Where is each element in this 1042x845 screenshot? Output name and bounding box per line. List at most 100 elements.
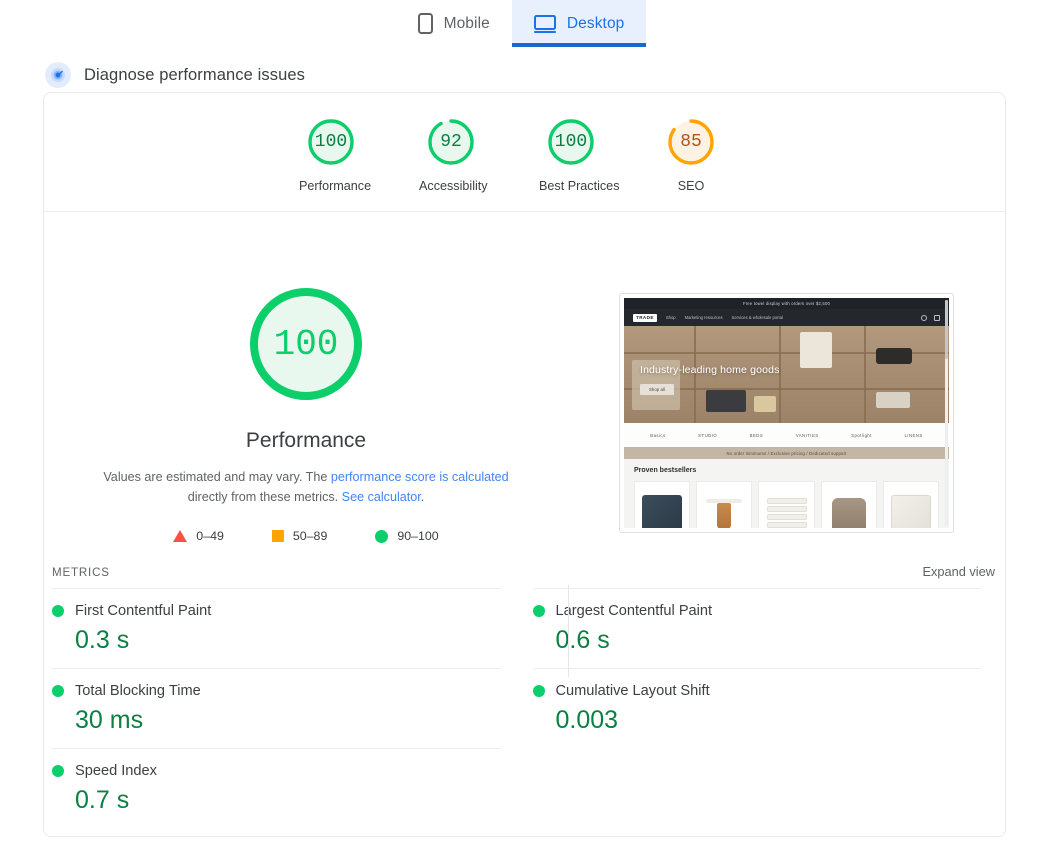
site-category-5: LINENS bbox=[904, 432, 923, 438]
status-dot-good-icon bbox=[52, 685, 64, 697]
site-category-4: Spotlight bbox=[851, 432, 872, 438]
status-dot-good-icon bbox=[532, 685, 545, 697]
final-screenshot[interactable]: Free towel display with orders over $2,5… bbox=[619, 293, 954, 533]
metric-label: Cumulative Layout Shift bbox=[555, 683, 710, 699]
performance-score-value: 100 bbox=[273, 323, 339, 365]
performance-score-label: Performance bbox=[245, 429, 367, 452]
category-score-seo[interactable]: 85 SEO bbox=[659, 115, 723, 193]
site-product-card: Casa Side Table $249.00 USD bbox=[696, 481, 753, 528]
site-product-card: Women's Classic Crew $90.00 USD bbox=[820, 481, 877, 528]
gauge-label-best-practices: Best Practices bbox=[539, 179, 620, 193]
product-image bbox=[763, 486, 809, 528]
search-icon bbox=[921, 314, 927, 321]
legend-label-poor: 0–49 bbox=[196, 529, 224, 544]
product-image bbox=[701, 486, 747, 528]
metric-row[interactable]: Total Blocking Time 30 ms bbox=[52, 668, 501, 748]
hero-section: 100 Performance Values are estimated and… bbox=[44, 212, 1005, 677]
circle-icon bbox=[375, 529, 389, 543]
status-dot-good-icon bbox=[532, 605, 545, 617]
legend-item-poor: 0–49 bbox=[173, 529, 224, 543]
tab-desktop[interactable]: Desktop bbox=[511, 0, 647, 47]
site-product-card: Brushed Cotton Sham $60.00 USD bbox=[634, 481, 691, 528]
metrics-title: METRICS bbox=[52, 566, 110, 579]
site-bestsellers-section: Proven bestsellers Brushed Cotton Sham $… bbox=[624, 459, 949, 528]
metric-row[interactable]: Cumulative Layout Shift 0.003 bbox=[532, 668, 981, 748]
site-nav-icons bbox=[921, 314, 940, 321]
gauge-value-accessibility: 92 bbox=[440, 132, 462, 152]
site-bestsellers-title: Proven bestsellers bbox=[634, 467, 697, 474]
site-hero-banner: Industry-leading home goods Shop all bbox=[624, 326, 949, 423]
site-nav-link-1: Marketing resources bbox=[684, 315, 723, 320]
metric-row[interactable]: Largest Contentful Paint 0.6 s bbox=[532, 588, 981, 668]
active-tab-indicator bbox=[511, 43, 647, 47]
metrics-header: METRICS Expand view bbox=[44, 564, 1005, 579]
device-tabs: Mobile Desktop bbox=[0, 0, 1042, 47]
hero-divider bbox=[568, 585, 569, 677]
diagnose-label: Diagnose performance issues bbox=[84, 65, 305, 84]
site-hero-title: Industry-leading home goods bbox=[640, 364, 780, 376]
metric-label: Speed Index bbox=[75, 763, 157, 779]
site-product-card: Turkish Bath Bundle $430.00 USD bbox=[758, 481, 815, 528]
final-screenshot-panel: Free towel display with orders over $2,5… bbox=[568, 284, 1005, 560]
legend-label-good: 90–100 bbox=[397, 529, 439, 544]
site-product-grid: Brushed Cotton Sham $60.00 USD bbox=[634, 481, 940, 528]
site-navbar: TRADE Shop Marketing resources Services … bbox=[624, 309, 949, 326]
gauge-ring-best-practices: 100 bbox=[544, 115, 598, 169]
desktop-monitor-icon bbox=[533, 14, 556, 33]
legend-item-good: 90–100 bbox=[375, 529, 439, 544]
site-nav-link-0: Shop bbox=[665, 315, 676, 320]
score-description: Values are estimated and may vary. The p… bbox=[96, 468, 516, 507]
square-icon bbox=[271, 530, 284, 543]
site-logo: TRADE bbox=[633, 313, 657, 322]
category-score-performance[interactable]: 100 Performance bbox=[299, 115, 372, 193]
site-nav-link-2: Services & wholesale portal bbox=[731, 315, 783, 320]
tab-desktop-label: Desktop bbox=[566, 14, 625, 32]
metric-value: 0.003 bbox=[555, 706, 619, 734]
tab-mobile-label: Mobile bbox=[443, 14, 490, 32]
legend-item-average: 50–89 bbox=[271, 529, 328, 544]
expand-view-button[interactable]: Expand view bbox=[922, 564, 995, 579]
product-image bbox=[639, 486, 685, 528]
legend-label-average: 50–89 bbox=[292, 529, 328, 544]
site-value-strip: No order minimums / Exclusive pricing / … bbox=[624, 447, 949, 459]
metric-value: 0.7 s bbox=[75, 786, 130, 814]
gauge-ring-performance: 100 bbox=[304, 115, 358, 169]
status-dot-good-icon bbox=[52, 765, 64, 777]
status-dot-good-icon bbox=[52, 605, 64, 617]
mobile-phone-icon bbox=[417, 13, 433, 34]
category-score-accessibility[interactable]: 92 Accessibility bbox=[419, 115, 488, 193]
metrics-grid: First Contentful Paint 0.3 s Total Block… bbox=[44, 588, 1005, 828]
tab-mobile[interactable]: Mobile bbox=[396, 0, 512, 47]
see-calculator-link[interactable]: See calculator bbox=[342, 490, 421, 504]
score-legend: 0–49 50–89 90–100 bbox=[173, 529, 439, 544]
gauge-label-seo: SEO bbox=[677, 179, 705, 193]
metrics-column-right: Largest Contentful Paint 0.6 s Cumulativ… bbox=[525, 588, 1006, 828]
gauge-value-performance: 100 bbox=[314, 132, 348, 152]
gauge-label-performance: Performance bbox=[299, 179, 372, 193]
desc-text-1: Values are estimated and may vary. The bbox=[103, 470, 331, 484]
metric-row[interactable]: Speed Index 0.7 s bbox=[52, 748, 501, 828]
performance-score-calculated-link[interactable]: performance score is calculated bbox=[331, 470, 509, 484]
site-category-nav: Basics STUDIO BEDS VANITIES Spotlight LI… bbox=[624, 423, 949, 447]
gauge-value-best-practices: 100 bbox=[554, 132, 588, 152]
category-score-strip: 100 Performance 92 Accessibility 100 Bes… bbox=[44, 93, 1005, 212]
pagespeed-insights-report: Mobile Desktop Diagnose performance issu… bbox=[0, 0, 1042, 845]
metric-value: 30 ms bbox=[75, 706, 144, 734]
metric-row[interactable]: First Contentful Paint 0.3 s bbox=[52, 588, 501, 668]
diagnose-performance-row[interactable]: Diagnose performance issues bbox=[0, 47, 1042, 91]
site-product-card: Bestseller Flange Pillow Cover $40.00 US… bbox=[882, 481, 940, 528]
gauge-ring-accessibility: 92 bbox=[424, 115, 478, 169]
site-promo-bar: Free towel display with orders over $2,5… bbox=[624, 298, 949, 309]
metric-label: First Contentful Paint bbox=[75, 603, 212, 619]
gauge-label-accessibility: Accessibility bbox=[419, 179, 488, 193]
metric-label: Largest Contentful Paint bbox=[555, 603, 713, 619]
performance-gauge-icon bbox=[45, 62, 71, 88]
hero-score-panel: 100 Performance Values are estimated and… bbox=[44, 284, 568, 560]
gauge-value-seo: 85 bbox=[680, 132, 702, 152]
report-card: 100 Performance 92 Accessibility 100 Bes… bbox=[43, 92, 1006, 837]
site-category-0: Basics bbox=[650, 432, 666, 438]
screenshot-scrollbar[interactable] bbox=[945, 300, 948, 526]
cart-icon bbox=[934, 314, 940, 321]
site-hero-button: Shop all bbox=[640, 384, 674, 395]
category-score-best-practices[interactable]: 100 Best Practices bbox=[539, 115, 620, 193]
